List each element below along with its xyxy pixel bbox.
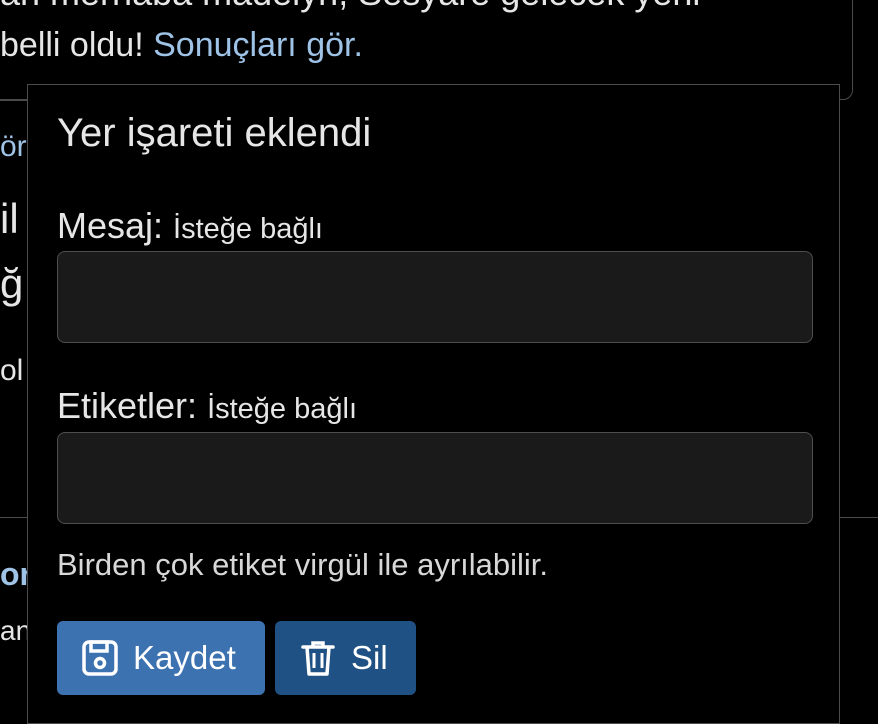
- notice-text-plain: belli oldu!: [0, 26, 154, 64]
- message-label: Mesaj: İsteğe bağlı: [57, 205, 323, 247]
- divider: [0, 517, 30, 518]
- trash-icon: [299, 639, 337, 677]
- divider: [838, 517, 878, 518]
- floppy-disk-icon: [81, 639, 119, 677]
- tags-help-text: Birden çok etiket virgül ile ayrılabilir…: [57, 547, 549, 582]
- message-label-text: Mesaj:: [57, 205, 164, 246]
- tags-label: Etiketler: İsteğe bağlı: [57, 385, 357, 427]
- background-link-fragment[interactable]: ör: [0, 130, 27, 164]
- dialog-title: Yer işareti eklendi: [57, 111, 372, 155]
- background-text-fragment: ol: [0, 354, 24, 387]
- delete-button-label: Sil: [351, 639, 388, 676]
- message-input[interactable]: [57, 251, 813, 343]
- tags-optional-hint: İsteğe bağlı: [207, 393, 358, 425]
- delete-button[interactable]: Sil: [275, 621, 416, 695]
- background-heading-fragment: il: [0, 195, 19, 242]
- tags-input[interactable]: [57, 432, 813, 524]
- save-button-label: Kaydet: [133, 639, 236, 676]
- tags-label-text: Etiketler:: [57, 385, 198, 426]
- results-link[interactable]: Sonuçları gör.: [153, 26, 363, 64]
- notice-line: an merhaba madelyn, Sesyare gelecek yeni: [0, 0, 700, 14]
- save-button[interactable]: Kaydet: [57, 621, 265, 695]
- divider: [0, 100, 30, 101]
- notice-text: belli oldu! Sonuçları gör.: [0, 26, 363, 65]
- message-optional-hint: İsteğe bağlı: [173, 213, 323, 245]
- bookmark-added-dialog: Yer işareti eklendi Mesaj: İsteğe bağlı …: [27, 84, 840, 724]
